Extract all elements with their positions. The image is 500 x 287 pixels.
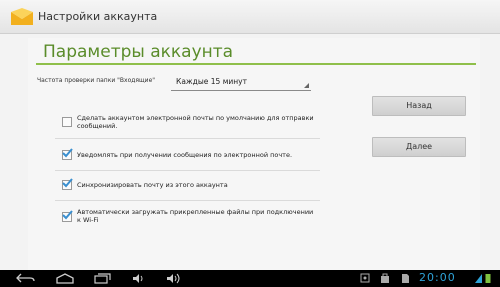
action-bar: Настройки аккаунта — [0, 0, 500, 34]
action-bar-title: Настройки аккаунта — [38, 10, 158, 23]
dropdown-arrow-icon — [304, 83, 309, 88]
option-autodownload[interactable]: Автоматически загружать прикрепленные фа… — [55, 205, 320, 231]
default-account-label: Сделать аккаунтом электронной почты по у… — [77, 114, 314, 130]
sync-checkbox[interactable] — [62, 178, 73, 190]
notify-label: Уведомлять при получении сообщения по эл… — [77, 151, 293, 159]
screenshot-icon — [360, 273, 370, 283]
home-icon[interactable] — [55, 273, 75, 284]
sync-label: Синхронизировать почту из этого аккаунта — [77, 181, 228, 189]
back-icon[interactable] — [16, 273, 36, 284]
system-bar: 20:00 — [0, 270, 500, 287]
check-frequency-label: Частота проверки папки "Входящие" — [37, 77, 156, 84]
volume-up-icon[interactable] — [166, 273, 184, 284]
autodownload-checkbox[interactable] — [62, 210, 73, 222]
check-frequency-spinner[interactable]: Каждые 15 минут — [171, 74, 311, 91]
shopping-bag-icon — [381, 273, 389, 283]
autodownload-label: Автоматически загружать прикрепленные фа… — [77, 208, 314, 224]
option-default-account[interactable]: Сделать аккаунтом электронной почты по у… — [55, 111, 320, 137]
status-clock: 20:00 — [419, 271, 456, 284]
back-button[interactable]: Назад — [372, 96, 466, 116]
email-app-icon[interactable] — [10, 7, 34, 27]
signal-icon — [475, 274, 482, 283]
divider — [55, 170, 320, 171]
checkmark-icon — [62, 148, 73, 158]
sd-card-icon — [402, 274, 409, 283]
option-sync[interactable]: Синхронизировать почту из этого аккаунта — [55, 174, 320, 200]
checkmark-icon — [62, 178, 73, 188]
notify-checkbox[interactable] — [62, 148, 73, 160]
option-notify[interactable]: Уведомлять при получении сообщения по эл… — [55, 143, 320, 169]
volume-down-icon[interactable] — [132, 273, 146, 284]
page-title: Параметры аккаунта — [43, 42, 234, 62]
title-divider — [36, 63, 476, 65]
divider — [55, 138, 320, 139]
checkmark-icon — [62, 210, 73, 220]
divider — [55, 200, 320, 201]
default-account-checkbox[interactable] — [62, 117, 72, 127]
recent-apps-icon[interactable] — [92, 273, 112, 284]
battery-icon — [485, 274, 491, 283]
check-frequency-value: Каждые 15 минут — [176, 77, 247, 86]
next-button[interactable]: Далее — [372, 137, 466, 157]
